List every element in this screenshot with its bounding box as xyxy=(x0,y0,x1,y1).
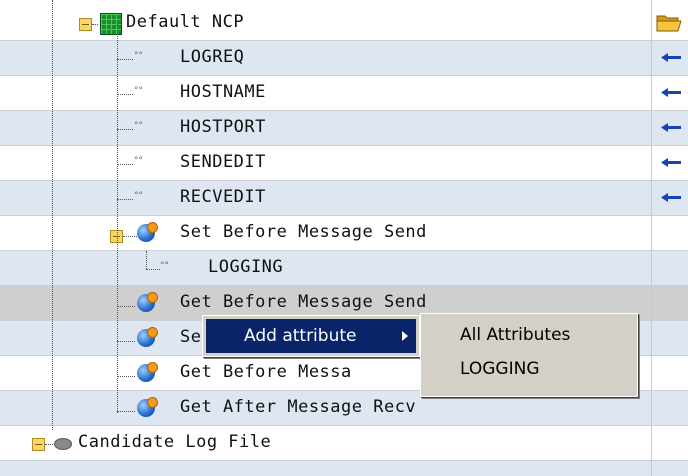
tree-row-candidate-log-file[interactable]: Candidate Log File xyxy=(0,426,688,461)
tree-label: Set Before Message Send xyxy=(180,222,427,242)
attribute-icon: °° xyxy=(160,261,169,271)
tree-label: HOSTNAME xyxy=(180,82,266,102)
tree-label: SENDEDIT xyxy=(180,152,266,172)
tree-row-method[interactable]: Set Before Message Send xyxy=(0,216,688,251)
tree-connector xyxy=(117,94,133,95)
tree-label: Get After Message Recv xyxy=(180,397,417,417)
context-menu: Add attribute xyxy=(202,315,420,357)
menu-item-label: Add attribute xyxy=(244,326,357,346)
tree-connector xyxy=(146,269,160,270)
globe-pencil-icon xyxy=(137,222,158,242)
tree-row-attribute[interactable]: °° HOSTPORT xyxy=(0,111,688,146)
tree-row-attribute[interactable]: °° HOSTNAME xyxy=(0,76,688,111)
tree-connector xyxy=(92,24,98,25)
tree-connector xyxy=(117,199,133,200)
left-arrow-icon[interactable] xyxy=(661,123,681,132)
tree-guide-line xyxy=(52,0,53,430)
attribute-icon: °° xyxy=(134,51,143,61)
left-arrow-icon[interactable] xyxy=(661,158,681,167)
expander-icon[interactable] xyxy=(32,438,45,451)
tree-label: RECVEDIT xyxy=(180,187,266,207)
tree-row-attribute[interactable]: °° RECVEDIT xyxy=(0,181,688,216)
tree-label: LOGREQ xyxy=(180,47,245,67)
menu-item-label: LOGGING xyxy=(460,359,540,379)
disk-icon xyxy=(54,438,72,450)
column-divider[interactable] xyxy=(651,0,652,476)
tree-connector xyxy=(146,251,147,269)
tree-connector xyxy=(117,376,135,377)
tree-guide-line xyxy=(117,24,118,413)
left-arrow-icon[interactable] xyxy=(661,88,681,97)
menu-item-label: All Attributes xyxy=(460,325,571,345)
tree-label: LOGGING xyxy=(208,257,284,277)
globe-pencil-icon xyxy=(137,362,158,382)
menu-item-add-attribute[interactable]: Add attribute xyxy=(206,319,416,353)
globe-pencil-icon xyxy=(137,292,158,312)
tree-connector xyxy=(117,306,135,307)
tree-row-attribute[interactable]: °° SENDEDIT xyxy=(0,146,688,181)
tree-connector xyxy=(117,341,135,342)
globe-pencil-icon xyxy=(137,397,158,417)
tree-row-attribute[interactable]: °° LOGREQ xyxy=(0,41,688,76)
tree-row-default-ncp[interactable]: Default NCP xyxy=(0,6,688,41)
submenu-arrow-icon xyxy=(402,331,408,341)
attribute-icon: °° xyxy=(134,121,143,131)
globe-pencil-icon xyxy=(137,327,158,347)
tree-connector xyxy=(117,59,133,60)
tree-label: Get Before Message Send xyxy=(180,292,427,312)
network-grid-icon xyxy=(100,13,122,35)
left-arrow-icon[interactable] xyxy=(661,193,681,202)
tree-connector xyxy=(117,411,135,412)
open-folder-icon[interactable] xyxy=(656,12,682,32)
tree-label: HOSTPORT xyxy=(180,117,266,137)
tree-label: Se xyxy=(180,327,202,347)
attribute-icon: °° xyxy=(134,86,143,96)
attribute-icon: °° xyxy=(134,156,143,166)
tree-connector xyxy=(117,129,133,130)
submenu: All Attributes LOGGING xyxy=(420,313,638,397)
attribute-icon: °° xyxy=(134,191,143,201)
tree-label: Get Before Messa xyxy=(180,362,352,382)
submenu-item-logging[interactable]: LOGGING xyxy=(424,354,634,388)
left-arrow-icon[interactable] xyxy=(661,53,681,62)
tree-label: Candidate Log File xyxy=(78,432,272,452)
tree-row-attribute[interactable]: °° LOGGING xyxy=(0,251,688,286)
submenu-item-all-attributes[interactable]: All Attributes xyxy=(424,318,634,352)
expander-icon[interactable] xyxy=(79,18,92,31)
tree-connector xyxy=(123,236,137,237)
tree-connector xyxy=(45,444,53,445)
tree-label: Default NCP xyxy=(126,12,245,32)
tree-row-partial xyxy=(0,461,688,476)
tree-connector xyxy=(117,164,133,165)
